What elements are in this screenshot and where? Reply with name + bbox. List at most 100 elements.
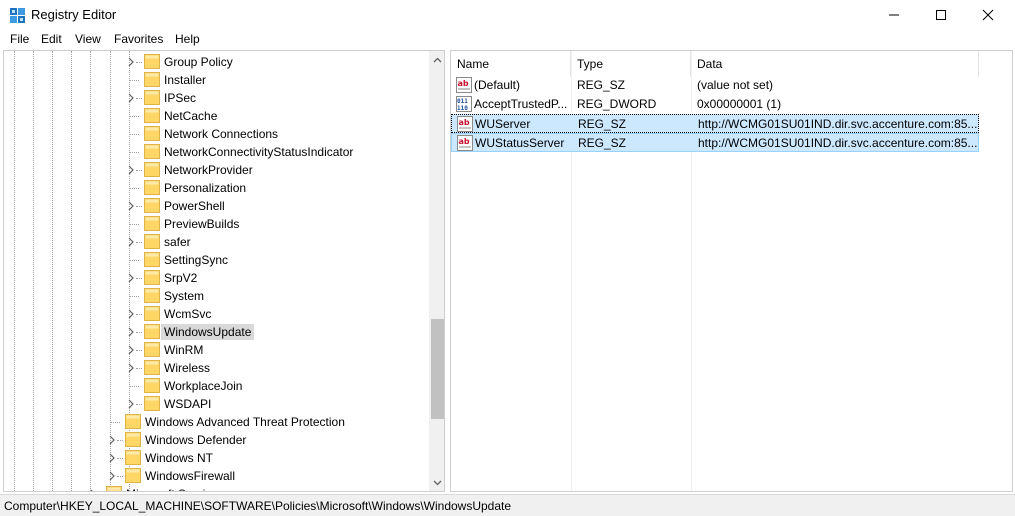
tree-item-label[interactable]: IPSec: [161, 90, 199, 106]
folder-icon: [144, 252, 160, 267]
chevron-right-icon[interactable]: [126, 201, 136, 211]
tree-item-label[interactable]: Windows Defender: [142, 432, 249, 448]
column-header-data[interactable]: Data: [691, 51, 979, 77]
chevron-right-icon[interactable]: [126, 237, 136, 247]
tree-item[interactable]: WSDAPI: [4, 395, 426, 413]
column-header-name[interactable]: Name: [451, 51, 571, 77]
tree-item-label[interactable]: Personalization: [161, 180, 249, 196]
tree-item[interactable]: WindowsUpdate: [4, 323, 426, 341]
tree-item[interactable]: Windows Advanced Threat Protection: [4, 413, 426, 431]
tree-item[interactable]: WinRM: [4, 341, 426, 359]
folder-icon: [144, 216, 160, 231]
tree-item[interactable]: NetCache: [4, 107, 426, 125]
folder-icon: [125, 450, 141, 465]
tree-connector: [129, 260, 139, 261]
chevron-right-icon[interactable]: [107, 435, 117, 445]
folder-icon: [144, 144, 160, 159]
tree-item-label[interactable]: WSDAPI: [161, 396, 214, 412]
value-row[interactable]: 011 110 AcceptTrustedP... REG_DWORD 0x000000…: [451, 95, 979, 114]
chevron-right-icon[interactable]: [126, 327, 136, 337]
chevron-right-icon[interactable]: [107, 453, 117, 463]
tree-item-label[interactable]: WorkplaceJoin: [161, 378, 245, 394]
menu-view[interactable]: View: [73, 32, 103, 46]
menu-edit[interactable]: Edit: [39, 32, 64, 46]
tree-item-label[interactable]: Installer: [161, 72, 209, 88]
value-row[interactable]: ab (Default) REG_SZ (value not set): [451, 76, 979, 95]
tree-item-label[interactable]: NetCache: [161, 108, 220, 124]
chevron-right-icon[interactable]: [88, 489, 98, 492]
close-button[interactable]: [965, 0, 1011, 30]
tree-item[interactable]: Windows NT: [4, 449, 426, 467]
tree-item-label[interactable]: safer: [161, 234, 194, 250]
tree-item[interactable]: IPSec: [4, 89, 426, 107]
tree-item[interactable]: PowerShell: [4, 197, 426, 215]
title-bar: Registry Editor: [0, 0, 1015, 30]
tree-item[interactable]: Network Connections: [4, 125, 426, 143]
chevron-right-icon[interactable]: [126, 165, 136, 175]
tree-item[interactable]: SrpV2: [4, 269, 426, 287]
tree-connector: [136, 332, 142, 333]
tree-item-label[interactable]: System: [161, 288, 207, 304]
tree-item-label[interactable]: Wireless: [161, 360, 213, 376]
tree-item[interactable]: Wireless: [4, 359, 426, 377]
folder-icon: [144, 162, 160, 177]
value-row[interactable]: ab WUServer REG_SZ http://WCMG01SU01IND.dir…: [451, 114, 979, 133]
values-list[interactable]: Name Type Data ab (Default) REG_SZ (value n…: [450, 50, 1013, 492]
minimize-button[interactable]: [871, 0, 917, 30]
maximize-button[interactable]: [918, 0, 964, 30]
tree-item-label[interactable]: Windows Advanced Threat Protection: [142, 414, 348, 430]
folder-icon: [125, 468, 141, 483]
tree-item-label[interactable]: WinRM: [161, 342, 206, 358]
tree-item[interactable]: safer: [4, 233, 426, 251]
chevron-right-icon[interactable]: [126, 309, 136, 319]
folder-icon: [144, 360, 160, 375]
tree-scrollbar[interactable]: [429, 51, 444, 491]
chevron-right-icon[interactable]: [107, 471, 117, 481]
chevron-right-icon[interactable]: [126, 363, 136, 373]
chevron-right-icon[interactable]: [126, 273, 136, 283]
value-name: WUServer: [475, 117, 531, 131]
tree-item[interactable]: NetworkConnectivityStatusIndicator: [4, 143, 426, 161]
menu-help[interactable]: Help: [173, 32, 202, 46]
tree-item[interactable]: Windows Defender: [4, 431, 426, 449]
value-row[interactable]: ab WUStatusServer REG_SZ http://WCMG01SU01I…: [451, 133, 979, 152]
chevron-right-icon[interactable]: [126, 399, 136, 409]
chevron-right-icon[interactable]: [126, 93, 136, 103]
tree-item[interactable]: Installer: [4, 71, 426, 89]
tree-item-label[interactable]: NetworkConnectivityStatusIndicator: [161, 144, 356, 160]
tree-item-label[interactable]: Network Connections: [161, 126, 281, 142]
scroll-down-button[interactable]: [429, 474, 444, 491]
column-header-type[interactable]: Type: [571, 51, 691, 77]
tree-item[interactable]: Personalization: [4, 179, 426, 197]
tree-item[interactable]: WcmSvc: [4, 305, 426, 323]
tree-item[interactable]: WindowsFirewall: [4, 467, 426, 485]
tree-item-label[interactable]: Microsoft Services: [123, 486, 227, 491]
tree-item[interactable]: PreviewBuilds: [4, 215, 426, 233]
menu-file[interactable]: File: [8, 32, 31, 46]
tree-item[interactable]: Microsoft Services: [4, 485, 426, 492]
tree-item-label[interactable]: Windows NT: [142, 450, 216, 466]
scroll-thumb[interactable]: [431, 319, 444, 419]
tree-item[interactable]: SettingSync: [4, 251, 426, 269]
chevron-right-icon[interactable]: [126, 57, 136, 67]
tree-item-label[interactable]: SettingSync: [161, 252, 231, 268]
tree-item-label[interactable]: Group Policy: [161, 54, 236, 70]
registry-tree[interactable]: Group Policy Installer IPSec NetCache Networ…: [3, 50, 445, 492]
tree-item-label[interactable]: PowerShell: [161, 198, 228, 214]
tree-item-label[interactable]: WindowsUpdate: [161, 324, 255, 340]
folder-icon: [144, 270, 160, 285]
tree-item[interactable]: WorkplaceJoin: [4, 377, 426, 395]
tree-item-label[interactable]: SrpV2: [161, 270, 200, 286]
tree-item-label[interactable]: NetworkProvider: [161, 162, 256, 178]
tree-item[interactable]: NetworkProvider: [4, 161, 426, 179]
chevron-right-icon[interactable]: [126, 345, 136, 355]
menu-favorites[interactable]: Favorites: [112, 32, 165, 46]
tree-item[interactable]: Group Policy: [4, 53, 426, 71]
tree-connector: [129, 188, 139, 189]
chevron-down-icon: [433, 480, 441, 485]
tree-item-label[interactable]: PreviewBuilds: [161, 216, 242, 232]
scroll-up-button[interactable]: [429, 51, 444, 68]
tree-item-label[interactable]: WindowsFirewall: [142, 468, 238, 484]
tree-item[interactable]: System: [4, 287, 426, 305]
tree-item-label[interactable]: WcmSvc: [161, 306, 214, 322]
